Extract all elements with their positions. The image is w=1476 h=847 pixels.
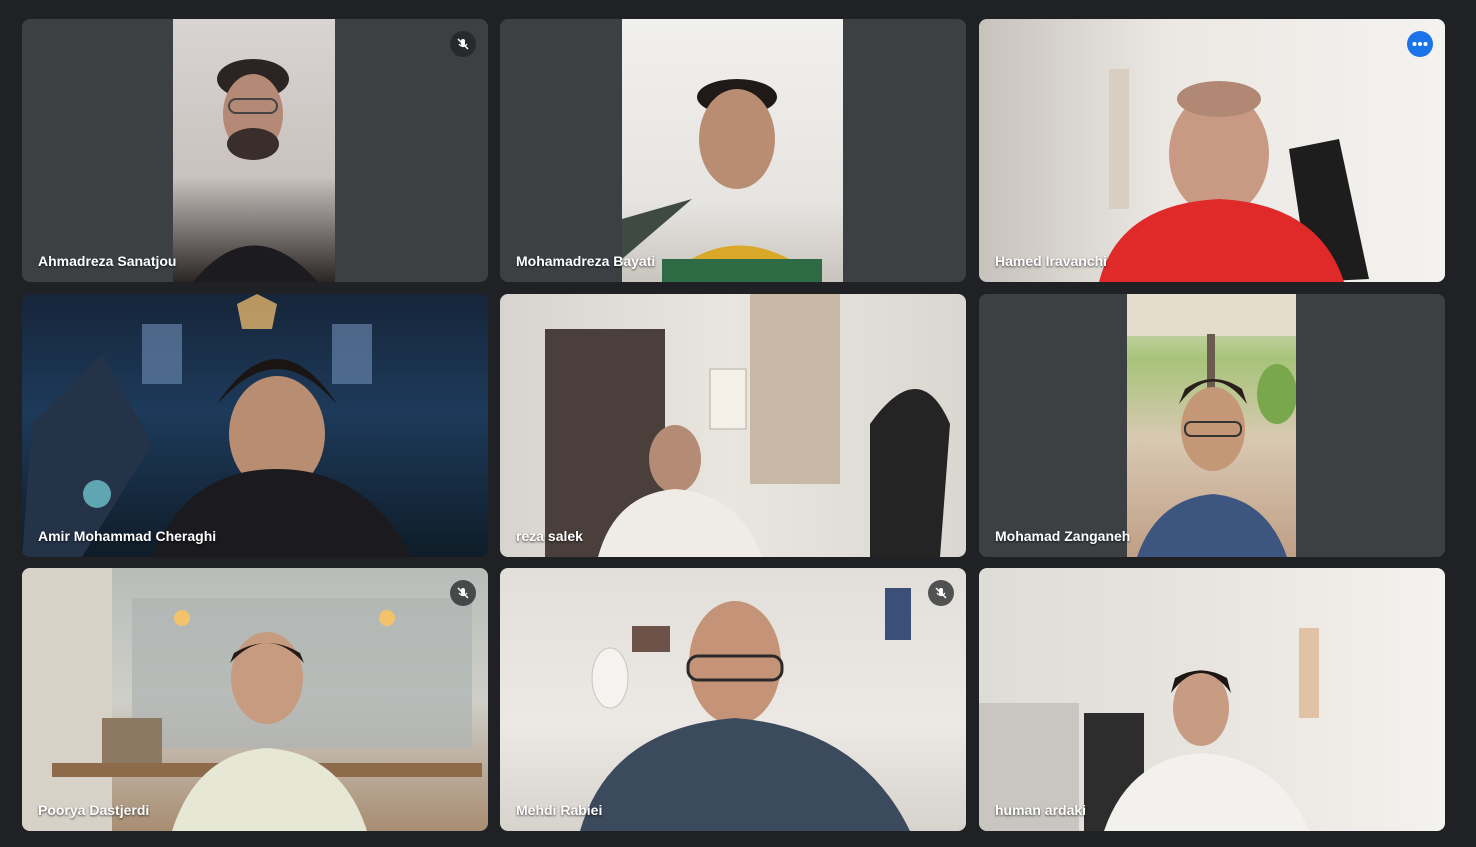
participant-grid: Ahmadreza Sanatjou Mohamadreza Bayati Ha… [0,0,1476,847]
participant-name: Hamed Iravanchi [995,253,1108,269]
participant-tile[interactable]: Mohamad Zanganeh [979,294,1445,557]
more-options-icon[interactable] [1407,31,1433,57]
participant-video [979,568,1445,831]
participant-figure [193,59,318,282]
participant-tile[interactable]: reza salek [500,294,966,557]
participant-video [500,294,966,557]
participant-name: Poorya Dastjerdi [38,802,150,818]
participant-tile[interactable]: Mehdi Rabiei [500,568,966,831]
participant-figure [622,79,822,282]
participant-tile[interactable]: Amir Mohammad Cheraghi [22,294,488,557]
participant-tile[interactable]: Mohamadreza Bayati [500,19,966,282]
participant-video [500,568,966,831]
mic-off-icon [450,31,476,57]
participant-name: human ardaki [995,802,1087,818]
participant-tile[interactable]: Hamed Iravanchi [979,19,1445,282]
participant-figure [580,588,911,831]
participant-figure [1099,69,1369,282]
participant-name: Mohamadreza Bayati [516,253,656,269]
participant-name: Amir Mohammad Cheraghi [38,528,217,544]
participant-tile[interactable]: Ahmadreza Sanatjou [22,19,488,282]
participant-figure [545,294,950,557]
participant-figure [979,628,1319,831]
participant-name: Mohamad Zanganeh [995,528,1131,544]
participant-video [1127,294,1296,557]
mic-off-icon [450,580,476,606]
participant-name: Ahmadreza Sanatjou [38,253,177,269]
participant-figure [1127,294,1296,557]
participant-name: Mehdi Rabiei [516,802,603,818]
participant-video [622,19,843,282]
participant-figure [22,294,412,557]
participant-video [173,19,335,282]
participant-name: reza salek [516,528,583,544]
mic-off-icon [928,580,954,606]
participant-tile[interactable]: Poorya Dastjerdi [22,568,488,831]
participant-video [22,294,488,557]
participant-figure [22,568,482,831]
participant-video [22,568,488,831]
participant-video [979,19,1445,282]
participant-tile[interactable]: human ardaki [979,568,1445,831]
